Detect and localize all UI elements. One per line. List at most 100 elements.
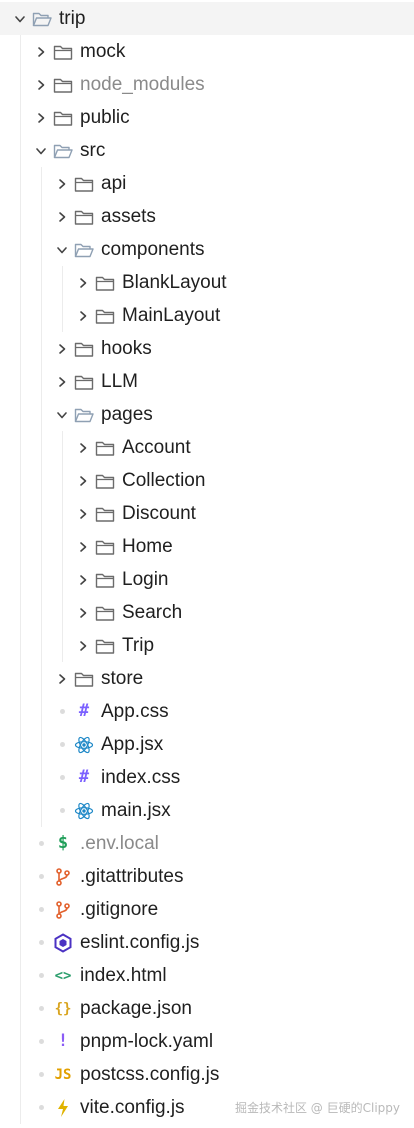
chevron-right-icon[interactable] xyxy=(55,375,69,389)
chevron-down-icon[interactable] xyxy=(34,144,48,158)
chevron-down-icon[interactable] xyxy=(55,243,69,257)
tree-file-postcss-config-js[interactable]: JS postcss.config.js xyxy=(0,1058,414,1091)
chevron-down-icon[interactable] xyxy=(13,12,27,26)
tree-folder-hooks[interactable]: hooks xyxy=(0,332,414,365)
chevron-right-icon[interactable] xyxy=(76,606,90,620)
tree-item-label: MainLayout xyxy=(122,305,221,326)
file-bullet-icon xyxy=(55,771,69,785)
tree-folder-mainlayout[interactable]: MainLayout xyxy=(0,299,414,332)
folder-icon xyxy=(94,635,116,657)
folder-icon xyxy=(94,305,116,327)
chevron-right-icon[interactable] xyxy=(76,573,90,587)
tree-item-label: Discount xyxy=(122,503,196,524)
folder-icon xyxy=(94,503,116,525)
css-hash-icon: # xyxy=(78,767,90,787)
folder-icon xyxy=(94,536,116,558)
folder-icon xyxy=(52,107,74,129)
tree-item-label: store xyxy=(101,668,144,689)
tree-file-index-css[interactable]: # index.css xyxy=(0,761,414,794)
tree-folder-mock[interactable]: mock xyxy=(0,35,414,68)
tree-folder-discount[interactable]: Discount xyxy=(0,497,414,530)
tree-file-package-json[interactable]: {} package.json xyxy=(0,992,414,1025)
chevron-down-icon[interactable] xyxy=(55,408,69,422)
folder-icon xyxy=(94,602,116,624)
chevron-right-icon[interactable] xyxy=(76,276,90,290)
git-branch-icon xyxy=(52,866,74,888)
tree-file-index-html[interactable]: <> index.html xyxy=(0,959,414,992)
tree-file-eslint-config-js[interactable]: eslint.config.js xyxy=(0,926,414,959)
tree-file-gitattributes[interactable]: .gitattributes xyxy=(0,860,414,893)
tree-folder-components[interactable]: components xyxy=(0,233,414,266)
folder-icon xyxy=(73,338,95,360)
tree-item-label: public xyxy=(80,107,130,128)
chevron-right-icon[interactable] xyxy=(76,639,90,653)
tree-folder-api[interactable]: api xyxy=(0,167,414,200)
chevron-right-icon[interactable] xyxy=(34,111,48,125)
chevron-right-icon[interactable] xyxy=(76,441,90,455)
chevron-right-icon[interactable] xyxy=(76,474,90,488)
folder-icon xyxy=(73,173,95,195)
chevron-right-icon[interactable] xyxy=(76,540,90,554)
tree-item-label: mock xyxy=(80,41,126,62)
chevron-right-icon[interactable] xyxy=(76,309,90,323)
tree-item-label: vite.config.js xyxy=(80,1097,185,1118)
file-bullet-icon xyxy=(34,1035,48,1049)
tree-item-label: Collection xyxy=(122,470,206,491)
tree-file-gitignore[interactable]: .gitignore xyxy=(0,893,414,926)
chevron-right-icon[interactable] xyxy=(76,507,90,521)
folder-icon xyxy=(73,668,95,690)
tree-folder-pages[interactable]: pages xyxy=(0,398,414,431)
tree-folder-assets[interactable]: assets xyxy=(0,200,414,233)
tree-folder-home[interactable]: Home xyxy=(0,530,414,563)
folder-icon xyxy=(94,569,116,591)
tree-file-app-jsx[interactable]: App.jsx xyxy=(0,728,414,761)
tree-item-label: .gitattributes xyxy=(80,866,184,887)
tree-file-env-local[interactable]: $ .env.local xyxy=(0,827,414,860)
folder-open-icon xyxy=(31,8,53,30)
tree-item-label: Account xyxy=(122,437,191,458)
file-bullet-icon xyxy=(55,705,69,719)
folder-icon xyxy=(94,470,116,492)
chevron-right-icon[interactable] xyxy=(55,342,69,356)
tree-item-label: Search xyxy=(122,602,183,623)
tree-folder-trip[interactable]: Trip xyxy=(0,629,414,662)
tree-folder-llm[interactable]: LLM xyxy=(0,365,414,398)
tree-folder-public[interactable]: public xyxy=(0,101,414,134)
tree-folder-node-modules[interactable]: node_modules xyxy=(0,68,414,101)
tree-folder-blanklayout[interactable]: BlankLayout xyxy=(0,266,414,299)
folder-open-icon xyxy=(73,404,95,426)
chevron-right-icon[interactable] xyxy=(55,672,69,686)
chevron-right-icon[interactable] xyxy=(34,45,48,59)
tree-item-label: trip xyxy=(59,8,86,29)
tree-folder-collection[interactable]: Collection xyxy=(0,464,414,497)
tree-folder-trip[interactable]: trip xyxy=(0,2,414,35)
tree-folder-src[interactable]: src xyxy=(0,134,414,167)
chevron-right-icon[interactable] xyxy=(55,210,69,224)
folder-icon xyxy=(73,206,95,228)
tree-item-label: Login xyxy=(122,569,169,590)
chevron-right-icon[interactable] xyxy=(34,78,48,92)
folder-open-icon xyxy=(52,140,74,162)
git-branch-icon xyxy=(52,899,74,921)
tree-folder-search[interactable]: Search xyxy=(0,596,414,629)
tree-folder-store[interactable]: store xyxy=(0,662,414,695)
react-icon xyxy=(73,734,95,756)
tree-item-label: assets xyxy=(101,206,156,227)
tree-item-label: index.html xyxy=(80,965,167,986)
tree-file-pnpm-lock-yaml[interactable]: ! pnpm-lock.yaml xyxy=(0,1025,414,1058)
tree-file-app-css[interactable]: # App.css xyxy=(0,695,414,728)
watermark: 掘金技术社区 @ 巨硬的Clippy xyxy=(234,1101,400,1115)
tree-item-label: components xyxy=(101,239,205,260)
react-icon xyxy=(73,800,95,822)
tree-item-label: package.json xyxy=(80,998,192,1019)
tree-folder-account[interactable]: Account xyxy=(0,431,414,464)
folder-icon xyxy=(52,74,74,96)
tree-file-main-jsx[interactable]: main.jsx xyxy=(0,794,414,827)
folder-open-icon xyxy=(73,239,95,261)
folder-icon xyxy=(94,272,116,294)
vite-icon xyxy=(52,1097,74,1119)
chevron-right-icon[interactable] xyxy=(55,177,69,191)
tree-item-label: LLM xyxy=(101,371,138,392)
tree-folder-login[interactable]: Login xyxy=(0,563,414,596)
tree-item-label: eslint.config.js xyxy=(80,932,200,953)
